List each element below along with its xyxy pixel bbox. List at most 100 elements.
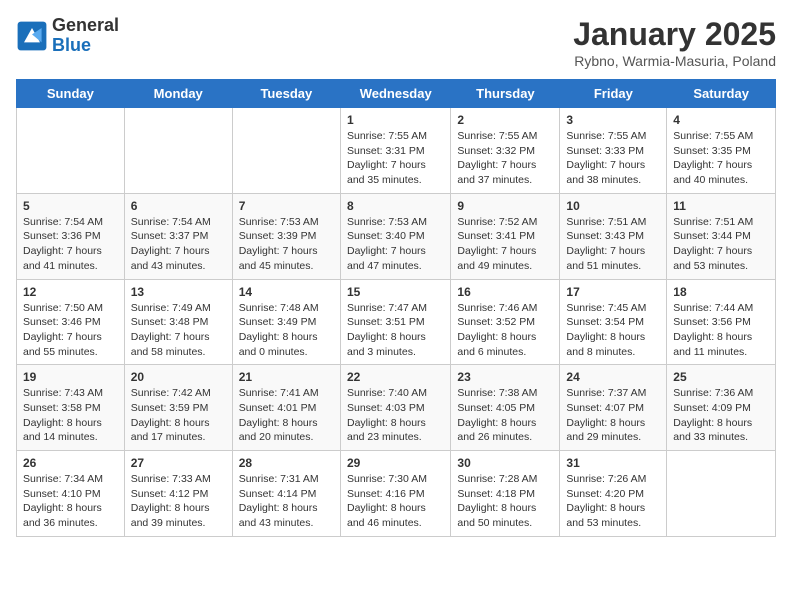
day-of-week-header: Friday	[560, 80, 667, 108]
day-detail: Sunrise: 7:36 AMSunset: 4:09 PMDaylight:…	[673, 386, 769, 445]
day-of-week-header: Sunday	[17, 80, 125, 108]
day-number: 1	[347, 113, 444, 127]
page-header: General Blue January 2025 Rybno, Warmia-…	[16, 16, 776, 69]
calendar-week-row: 26 Sunrise: 7:34 AMSunset: 4:10 PMDayligh…	[17, 451, 776, 537]
calendar-cell: 10 Sunrise: 7:51 AMSunset: 3:43 PMDayligh…	[560, 193, 667, 279]
calendar-cell: 20 Sunrise: 7:42 AMSunset: 3:59 PMDayligh…	[124, 365, 232, 451]
day-detail: Sunrise: 7:55 AMSunset: 3:31 PMDaylight:…	[347, 129, 444, 188]
day-number: 18	[673, 285, 769, 299]
calendar-week-row: 5 Sunrise: 7:54 AMSunset: 3:36 PMDaylight…	[17, 193, 776, 279]
location: Rybno, Warmia-Masuria, Poland	[573, 53, 776, 69]
header-row: SundayMondayTuesdayWednesdayThursdayFrid…	[17, 80, 776, 108]
logo-icon	[16, 20, 48, 52]
day-detail: Sunrise: 7:26 AMSunset: 4:20 PMDaylight:…	[566, 472, 660, 531]
day-number: 24	[566, 370, 660, 384]
day-number: 6	[131, 199, 226, 213]
day-detail: Sunrise: 7:53 AMSunset: 3:40 PMDaylight:…	[347, 215, 444, 274]
day-detail: Sunrise: 7:34 AMSunset: 4:10 PMDaylight:…	[23, 472, 118, 531]
day-number: 10	[566, 199, 660, 213]
day-number: 9	[457, 199, 553, 213]
day-number: 27	[131, 456, 226, 470]
calendar-cell: 16 Sunrise: 7:46 AMSunset: 3:52 PMDayligh…	[451, 279, 560, 365]
calendar-cell: 23 Sunrise: 7:38 AMSunset: 4:05 PMDayligh…	[451, 365, 560, 451]
day-number: 16	[457, 285, 553, 299]
day-detail: Sunrise: 7:50 AMSunset: 3:46 PMDaylight:…	[23, 301, 118, 360]
day-of-week-header: Wednesday	[340, 80, 450, 108]
day-detail: Sunrise: 7:52 AMSunset: 3:41 PMDaylight:…	[457, 215, 553, 274]
day-number: 22	[347, 370, 444, 384]
logo-text: General Blue	[52, 16, 119, 56]
day-detail: Sunrise: 7:41 AMSunset: 4:01 PMDaylight:…	[239, 386, 334, 445]
day-number: 17	[566, 285, 660, 299]
calendar-cell: 15 Sunrise: 7:47 AMSunset: 3:51 PMDayligh…	[340, 279, 450, 365]
calendar-week-row: 12 Sunrise: 7:50 AMSunset: 3:46 PMDayligh…	[17, 279, 776, 365]
calendar-cell: 7Sunrise: 7:53 AMSunset: 3:39 PMDaylight…	[232, 193, 340, 279]
calendar-cell: 29 Sunrise: 7:30 AMSunset: 4:16 PMDayligh…	[340, 451, 450, 537]
calendar-cell: 6 Sunrise: 7:54 AMSunset: 3:37 PMDaylight…	[124, 193, 232, 279]
calendar-cell: 5 Sunrise: 7:54 AMSunset: 3:36 PMDaylight…	[17, 193, 125, 279]
calendar-cell: 30 Sunrise: 7:28 AMSunset: 4:18 PMDayligh…	[451, 451, 560, 537]
day-detail: Sunrise: 7:28 AMSunset: 4:18 PMDaylight:…	[457, 472, 553, 531]
day-number: 8	[347, 199, 444, 213]
day-number: 11	[673, 199, 769, 213]
day-number: 26	[23, 456, 118, 470]
calendar-cell	[232, 108, 340, 194]
calendar-cell: 11 Sunrise: 7:51 AMSunset: 3:44 PMDayligh…	[667, 193, 776, 279]
calendar-cell: 8 Sunrise: 7:53 AMSunset: 3:40 PMDaylight…	[340, 193, 450, 279]
calendar-cell: 13 Sunrise: 7:49 AMSunset: 3:48 PMDayligh…	[124, 279, 232, 365]
day-detail: Sunrise: 7:43 AMSunset: 3:58 PMDaylight:…	[23, 386, 118, 445]
day-detail: Sunrise: 7:49 AMSunset: 3:48 PMDaylight:…	[131, 301, 226, 360]
day-number: 23	[457, 370, 553, 384]
day-number: 5	[23, 199, 118, 213]
day-number: 30	[457, 456, 553, 470]
day-number: 31	[566, 456, 660, 470]
calendar-cell	[17, 108, 125, 194]
calendar-cell	[124, 108, 232, 194]
calendar-cell: 28Sunrise: 7:31 AMSunset: 4:14 PMDayligh…	[232, 451, 340, 537]
day-number: 20	[131, 370, 226, 384]
calendar-cell: 31 Sunrise: 7:26 AMSunset: 4:20 PMDayligh…	[560, 451, 667, 537]
calendar-cell: 3Sunrise: 7:55 AMSunset: 3:33 PMDaylight…	[560, 108, 667, 194]
calendar-cell: 12 Sunrise: 7:50 AMSunset: 3:46 PMDayligh…	[17, 279, 125, 365]
calendar-header: SundayMondayTuesdayWednesdayThursdayFrid…	[17, 80, 776, 108]
day-number: 12	[23, 285, 118, 299]
day-detail: Sunrise: 7:54 AMSunset: 3:37 PMDaylight:…	[131, 215, 226, 274]
month-title: January 2025	[573, 16, 776, 53]
day-detail: Sunrise: 7:37 AMSunset: 4:07 PMDaylight:…	[566, 386, 660, 445]
calendar-cell: 22Sunrise: 7:40 AMSunset: 4:03 PMDayligh…	[340, 365, 450, 451]
day-number: 7	[239, 199, 334, 213]
day-detail: Sunrise: 7:51 AMSunset: 3:43 PMDaylight:…	[566, 215, 660, 274]
day-detail: Sunrise: 7:42 AMSunset: 3:59 PMDaylight:…	[131, 386, 226, 445]
day-detail: Sunrise: 7:54 AMSunset: 3:36 PMDaylight:…	[23, 215, 118, 274]
logo-blue: Blue	[52, 36, 119, 56]
calendar-cell: 18 Sunrise: 7:44 AMSunset: 3:56 PMDayligh…	[667, 279, 776, 365]
calendar-cell: 1 Sunrise: 7:55 AMSunset: 3:31 PMDaylight…	[340, 108, 450, 194]
day-number: 21	[239, 370, 334, 384]
day-detail: Sunrise: 7:38 AMSunset: 4:05 PMDaylight:…	[457, 386, 553, 445]
calendar-cell: 9 Sunrise: 7:52 AMSunset: 3:41 PMDaylight…	[451, 193, 560, 279]
day-detail: Sunrise: 7:30 AMSunset: 4:16 PMDaylight:…	[347, 472, 444, 531]
calendar: SundayMondayTuesdayWednesdayThursdayFrid…	[16, 79, 776, 537]
calendar-week-row: 1 Sunrise: 7:55 AMSunset: 3:31 PMDaylight…	[17, 108, 776, 194]
day-number: 25	[673, 370, 769, 384]
day-number: 15	[347, 285, 444, 299]
day-of-week-header: Monday	[124, 80, 232, 108]
day-detail: Sunrise: 7:47 AMSunset: 3:51 PMDaylight:…	[347, 301, 444, 360]
calendar-cell: 17Sunrise: 7:45 AMSunset: 3:54 PMDayligh…	[560, 279, 667, 365]
calendar-cell: 24 Sunrise: 7:37 AMSunset: 4:07 PMDayligh…	[560, 365, 667, 451]
calendar-cell: 19 Sunrise: 7:43 AMSunset: 3:58 PMDayligh…	[17, 365, 125, 451]
day-detail: Sunrise: 7:55 AMSunset: 3:33 PMDaylight:…	[566, 129, 660, 188]
calendar-cell: 2Sunrise: 7:55 AMSunset: 3:32 PMDaylight…	[451, 108, 560, 194]
day-detail: Sunrise: 7:51 AMSunset: 3:44 PMDaylight:…	[673, 215, 769, 274]
day-detail: Sunrise: 7:31 AMSunset: 4:14 PMDaylight:…	[239, 472, 334, 531]
day-detail: Sunrise: 7:55 AMSunset: 3:32 PMDaylight:…	[457, 129, 553, 188]
calendar-cell: 26 Sunrise: 7:34 AMSunset: 4:10 PMDayligh…	[17, 451, 125, 537]
day-number: 13	[131, 285, 226, 299]
calendar-week-row: 19 Sunrise: 7:43 AMSunset: 3:58 PMDayligh…	[17, 365, 776, 451]
day-number: 19	[23, 370, 118, 384]
day-detail: Sunrise: 7:44 AMSunset: 3:56 PMDaylight:…	[673, 301, 769, 360]
day-of-week-header: Saturday	[667, 80, 776, 108]
day-number: 29	[347, 456, 444, 470]
day-detail: Sunrise: 7:46 AMSunset: 3:52 PMDaylight:…	[457, 301, 553, 360]
day-detail: Sunrise: 7:33 AMSunset: 4:12 PMDaylight:…	[131, 472, 226, 531]
